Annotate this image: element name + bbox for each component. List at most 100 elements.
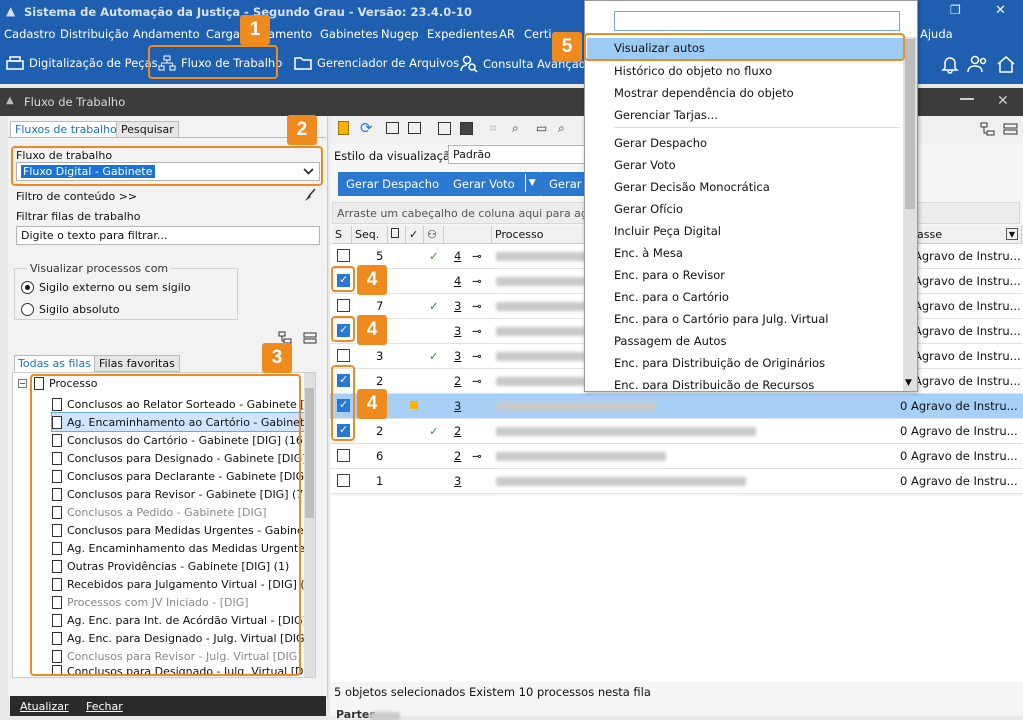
menu-ar[interactable]: AR	[499, 27, 515, 41]
callout-box-4b	[331, 316, 355, 342]
ctx-enc-revisor[interactable]: Enc. para o Revisor	[614, 268, 725, 282]
radio-sigilo-externo[interactable]: Sigilo externo ou sem sigilo	[21, 281, 191, 294]
ctx-scroll-thumb[interactable]	[905, 39, 915, 209]
gerar-voto-button[interactable]: Gerar Voto ▼	[445, 172, 541, 196]
col-classe[interactable]: asse ▼	[914, 226, 1022, 244]
ctx-incluir-peca[interactable]: Incluir Peça Digital	[614, 224, 721, 238]
table-row-selected[interactable]: 3 0 Agravo de Instru...	[330, 394, 1023, 419]
menu-cadastro[interactable]: Cadastro	[4, 27, 55, 41]
refresh-icon[interactable]: ⟳	[360, 119, 373, 137]
row-count-link[interactable]: 3	[454, 349, 461, 363]
gerenciador-arquivos-button[interactable]: Gerenciador de Arquivos	[294, 55, 459, 71]
row-count-link[interactable]: 3	[454, 399, 461, 413]
minimize-icon[interactable]	[960, 98, 974, 100]
check-list-icon[interactable]	[386, 122, 399, 134]
row-checkbox[interactable]	[337, 299, 350, 312]
row-count-link[interactable]: 4	[454, 249, 461, 263]
check-icon: ✓	[429, 349, 439, 363]
col-bookmark[interactable]	[388, 226, 406, 244]
tree-collapse-toggle[interactable]: −	[18, 379, 27, 388]
menu-expedientes[interactable]: Expedientes	[427, 27, 498, 41]
context-search-input[interactable]	[614, 11, 900, 31]
col-check[interactable]: ✓	[406, 226, 424, 244]
uncheck-list-icon[interactable]	[408, 122, 421, 134]
bell-icon[interactable]	[940, 54, 960, 74]
col-users[interactable]: ⚇	[424, 226, 444, 244]
menu-ajuda[interactable]: Ajuda	[920, 27, 953, 41]
atualizar-button[interactable]: Atualizar	[20, 700, 69, 713]
bookmark-mark-icon	[410, 401, 418, 409]
search-user-icon[interactable]: ⌕	[558, 121, 565, 136]
row-checkbox[interactable]	[337, 474, 350, 487]
menu-julgamento[interactable]: amento	[268, 27, 312, 41]
row-count-link[interactable]: 2	[454, 449, 461, 463]
tree-layout-icon[interactable]	[980, 122, 995, 137]
ctx-scroll-down-icon[interactable]: ▼	[905, 378, 912, 388]
ctx-dependencia[interactable]: Mostrar dependência do objeto	[614, 86, 794, 100]
list-layout-icon[interactable]	[1003, 122, 1018, 137]
ctx-enc-mesa[interactable]: Enc. à Mesa	[614, 246, 683, 260]
bookmark-icon[interactable]	[338, 121, 349, 135]
ctx-gerar-decisao[interactable]: Gerar Decisão Monocrática	[614, 180, 770, 194]
users-icon[interactable]	[967, 54, 989, 74]
col-blank[interactable]	[444, 226, 492, 244]
table-row[interactable]: 1 3 0 Agravo de Instru...	[330, 469, 1023, 494]
tab-fluxos-trabalho[interactable]: Fluxos de trabalho	[10, 121, 122, 138]
broom-icon[interactable]	[303, 188, 317, 202]
filtrar-filas-input[interactable]: Digite o texto para filtrar...	[16, 226, 320, 245]
ctx-gerar-voto[interactable]: Gerar Voto	[614, 158, 676, 172]
dropdown-arrow-icon[interactable]: ▼	[524, 174, 539, 192]
ctx-enc-originarios[interactable]: Enc. para Distribuição de Originários	[614, 356, 825, 370]
ctx-gerar-despacho[interactable]: Gerar Despacho	[614, 136, 707, 150]
row-checkbox[interactable]	[337, 249, 350, 262]
tree-scroll-thumb[interactable]	[305, 388, 314, 518]
row-checkbox[interactable]	[337, 349, 350, 362]
home-icon[interactable]	[996, 54, 1016, 74]
restore-icon[interactable]: ❐	[950, 3, 961, 17]
close-icon[interactable]: ✕	[995, 3, 1006, 18]
menu-andamento[interactable]: Andamento	[133, 27, 200, 41]
save-icon[interactable]	[460, 122, 473, 135]
row-count-link[interactable]: 2	[454, 424, 461, 438]
row-count-link[interactable]: 3	[454, 474, 461, 488]
table-row[interactable]: 6 2 ⊸ 0 Agravo de Instru...	[330, 444, 1023, 469]
digitalizacao-button[interactable]: Digitalização de Peças	[6, 55, 158, 71]
row-count-link[interactable]: 3	[454, 299, 461, 313]
column-filter-icon[interactable]: ▼	[1006, 228, 1018, 240]
collapse-tree-icon[interactable]	[303, 331, 317, 345]
panel-close-icon[interactable]: ✕	[997, 93, 1009, 109]
menu-nugep[interactable]: Nugep	[381, 27, 419, 41]
col-seq[interactable]: Seq.	[352, 226, 388, 244]
row-count-link[interactable]: 4	[454, 274, 461, 288]
gerar-despacho-button[interactable]: Gerar Despacho	[338, 172, 448, 196]
row-checkbox[interactable]	[337, 449, 350, 462]
fechar-button[interactable]: Fechar	[86, 700, 123, 713]
gerar-decisao-button[interactable]: Gerar D	[541, 172, 589, 196]
comment-icon[interactable]: ▭	[536, 121, 547, 135]
attach-icon[interactable]: ⌗	[490, 121, 497, 136]
tab-todas-filas[interactable]: Todas as filas	[14, 355, 95, 372]
ctx-enc-cartorio[interactable]: Enc. para o Cartório	[614, 290, 729, 304]
document-open-icon[interactable]	[438, 122, 451, 135]
row-count-link[interactable]: 3	[454, 324, 461, 338]
ctx-historico[interactable]: Histórico do objeto no fluxo	[614, 64, 772, 78]
ctx-enc-cartorio-virtual[interactable]: Enc. para o Cartório para Julg. Virtual	[614, 312, 828, 326]
table-row[interactable]: 2 ✓ 2 0 Agravo de Instru...	[330, 419, 1023, 444]
ctx-enc-recursos[interactable]: Enc. para Distribuição de Recursos	[614, 378, 814, 389]
col-processo[interactable]: Processo	[492, 226, 590, 244]
ctx-passagem-autos[interactable]: Passagem de Autos	[614, 334, 726, 348]
row-count-link[interactable]: 2	[454, 374, 461, 388]
zoom-icon[interactable]: ⌕	[512, 121, 519, 136]
tab-pesquisar[interactable]: Pesquisar	[116, 121, 179, 138]
menu-certidoes[interactable]: Certi	[524, 27, 552, 41]
menu-gabinetes[interactable]: Gabinetes	[320, 27, 378, 41]
ctx-gerenciar-tarjas[interactable]: Gerenciar Tarjas...	[614, 108, 718, 122]
menu-carga[interactable]: Carga	[206, 27, 240, 41]
menu-distribuicao[interactable]: Distribuição	[60, 27, 129, 41]
radio-sigilo-absoluto[interactable]: Sigilo absoluto	[21, 303, 120, 316]
filtro-conteudo-link[interactable]: Filtro de conteúdo >>	[16, 190, 137, 203]
tab-filas-favoritas[interactable]: Filas favoritas	[94, 355, 180, 372]
estilo-visualizacao-select[interactable]: Padrão	[448, 145, 588, 164]
col-select-all[interactable]: S	[332, 226, 352, 244]
ctx-gerar-oficio[interactable]: Gerar Ofício	[614, 202, 683, 216]
